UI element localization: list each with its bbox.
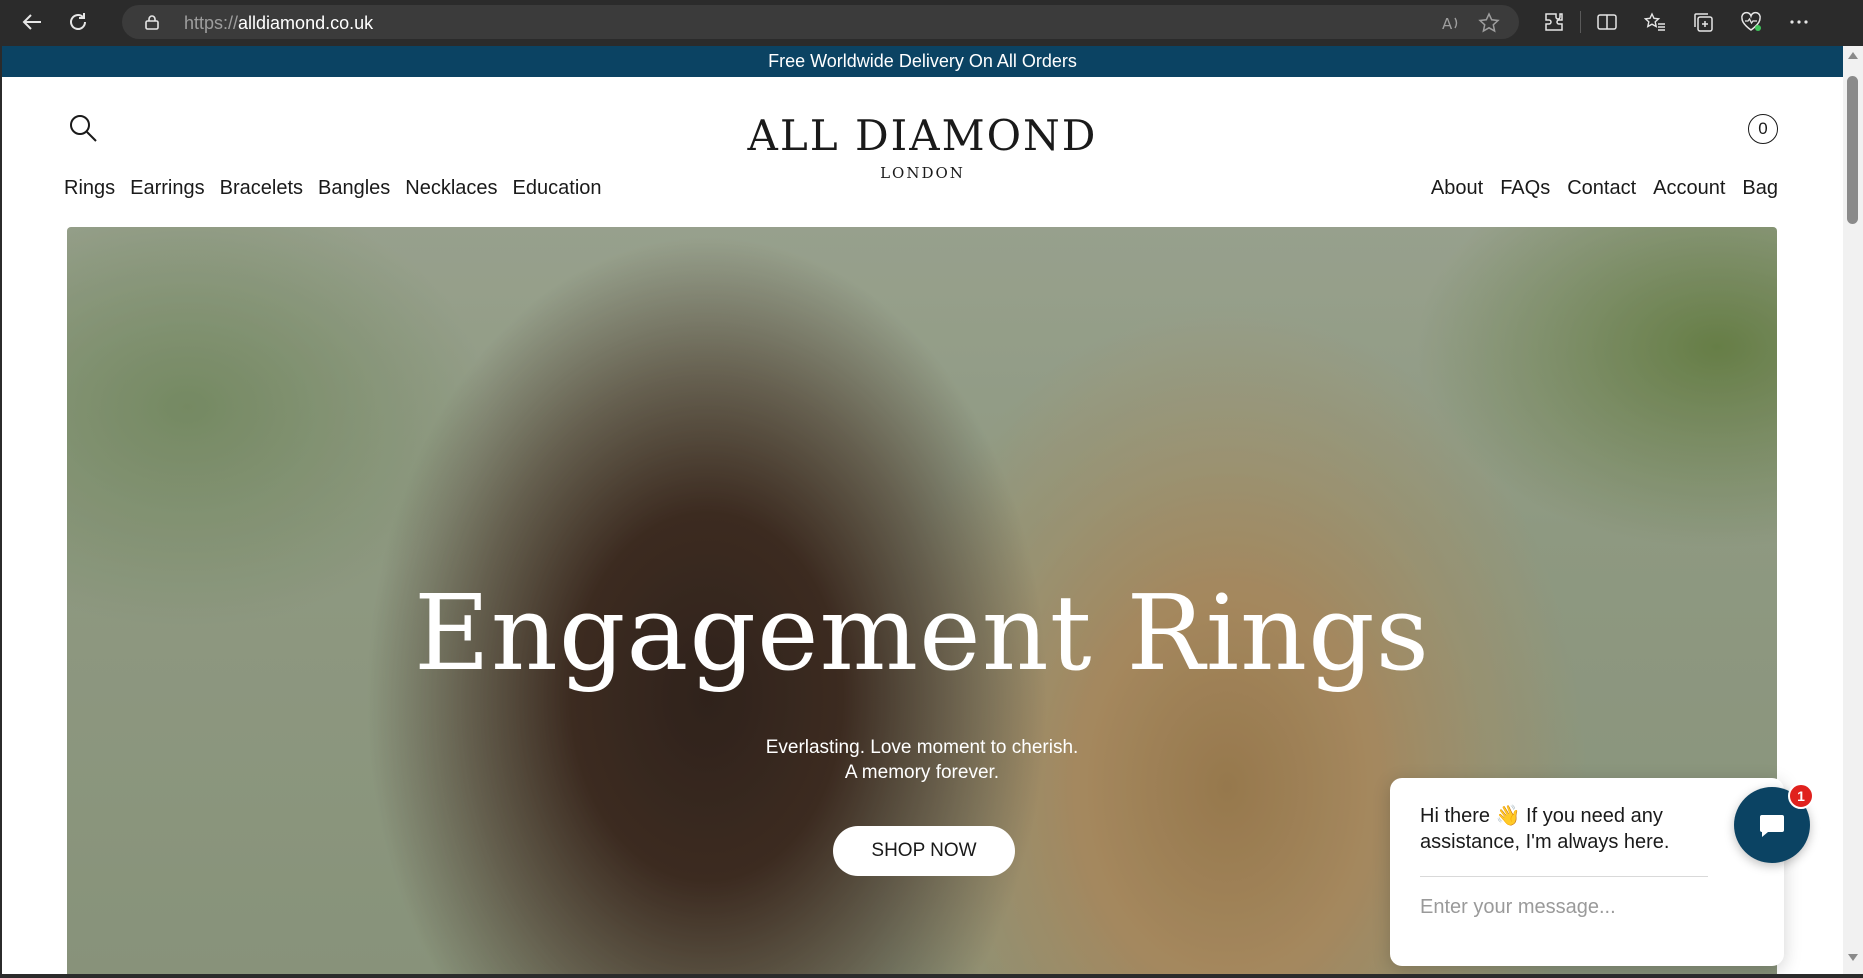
nav-earrings[interactable]: Earrings — [130, 177, 204, 200]
reload-button[interactable] — [58, 2, 98, 42]
extensions-icon — [1545, 13, 1563, 31]
chat-divider — [1420, 876, 1708, 877]
hero-subtitle-line1: Everlasting. Love moment to cherish. — [765, 737, 1079, 758]
chat-message-input[interactable] — [1420, 890, 1700, 924]
chat-bubble-icon — [1760, 815, 1784, 837]
chat-greeting-line2: assistance, I'm always here. — [1420, 831, 1670, 853]
browser-essentials-button[interactable] — [1727, 0, 1775, 44]
back-button[interactable] — [12, 2, 52, 42]
read-aloud-icon[interactable]: A — [1440, 12, 1462, 34]
split-screen-icon — [1597, 14, 1617, 30]
chat-greeting: Hi there 👋 If you need any assistance, I… — [1420, 803, 1720, 855]
nav-necklaces[interactable]: Necklaces — [405, 177, 497, 200]
chat-unread-badge: 1 — [1788, 783, 1814, 809]
nav-rings[interactable]: Rings — [64, 177, 115, 200]
svg-text:A: A — [1442, 15, 1453, 33]
browser-essentials-icon — [1741, 11, 1761, 31]
split-screen-button[interactable] — [1583, 0, 1631, 44]
scroll-thumb[interactable] — [1847, 76, 1858, 224]
back-icon — [22, 14, 41, 30]
nav-bag[interactable]: Bag — [1742, 177, 1778, 200]
nav-bracelets[interactable]: Bracelets — [220, 177, 303, 200]
scroll-up-arrow-icon[interactable] — [1848, 52, 1858, 59]
more-icon — [1790, 20, 1808, 24]
favorites-icon — [1644, 12, 1665, 31]
nav-faqs[interactable]: FAQs — [1500, 177, 1550, 200]
favorite-star-icon[interactable] — [1478, 12, 1500, 34]
toolbar-divider — [1580, 11, 1581, 33]
chat-widget-popup: Hi there 👋 If you need any assistance, I… — [1390, 778, 1784, 966]
hero-title: Engagement Rings — [413, 572, 1431, 694]
promo-banner: Free Worldwide Delivery On All Orders — [2, 46, 1843, 77]
nav-about[interactable]: About — [1431, 177, 1483, 200]
nav-contact[interactable]: Contact — [1567, 177, 1636, 200]
site-logo[interactable]: ALL DIAMOND LONDON — [2, 111, 1843, 182]
shop-now-button[interactable]: SHOP NOW — [833, 826, 1015, 876]
browser-toolbar: https://alldiamond.co.uk A — [0, 0, 1863, 44]
chat-greeting-line1: Hi there 👋 If you need any — [1420, 805, 1663, 827]
extensions-button[interactable] — [1530, 0, 1578, 44]
site-header: ALL DIAMOND LONDON 0 Rings Earrings Brac… — [2, 77, 1843, 227]
collections-icon — [1694, 13, 1713, 32]
address-bar[interactable]: https://alldiamond.co.uk A — [122, 5, 1519, 39]
more-button[interactable] — [1775, 0, 1823, 44]
collections-button[interactable] — [1679, 0, 1727, 44]
lock-icon[interactable] — [144, 14, 160, 30]
nav-account[interactable]: Account — [1653, 177, 1725, 200]
promo-text: Free Worldwide Delivery On All Orders — [768, 51, 1077, 71]
page-scrollbar[interactable] — [1843, 46, 1863, 974]
browser-tools — [1530, 0, 1823, 44]
secondary-nav: About FAQs Contact Account Bag — [1431, 177, 1778, 200]
favorites-button[interactable] — [1631, 0, 1679, 44]
url-text[interactable]: https://alldiamond.co.uk — [184, 13, 373, 34]
logo-wordmark: ALL DIAMOND — [747, 111, 1098, 160]
bag-count-badge[interactable]: 0 — [1748, 114, 1778, 144]
page-viewport: Free Worldwide Delivery On All Orders AL… — [2, 46, 1843, 974]
nav-bangles[interactable]: Bangles — [318, 177, 390, 200]
nav-education[interactable]: Education — [513, 177, 602, 200]
scroll-down-arrow-icon[interactable] — [1848, 954, 1858, 961]
primary-nav: Rings Earrings Bracelets Bangles Necklac… — [64, 177, 602, 200]
reload-icon — [70, 13, 86, 30]
